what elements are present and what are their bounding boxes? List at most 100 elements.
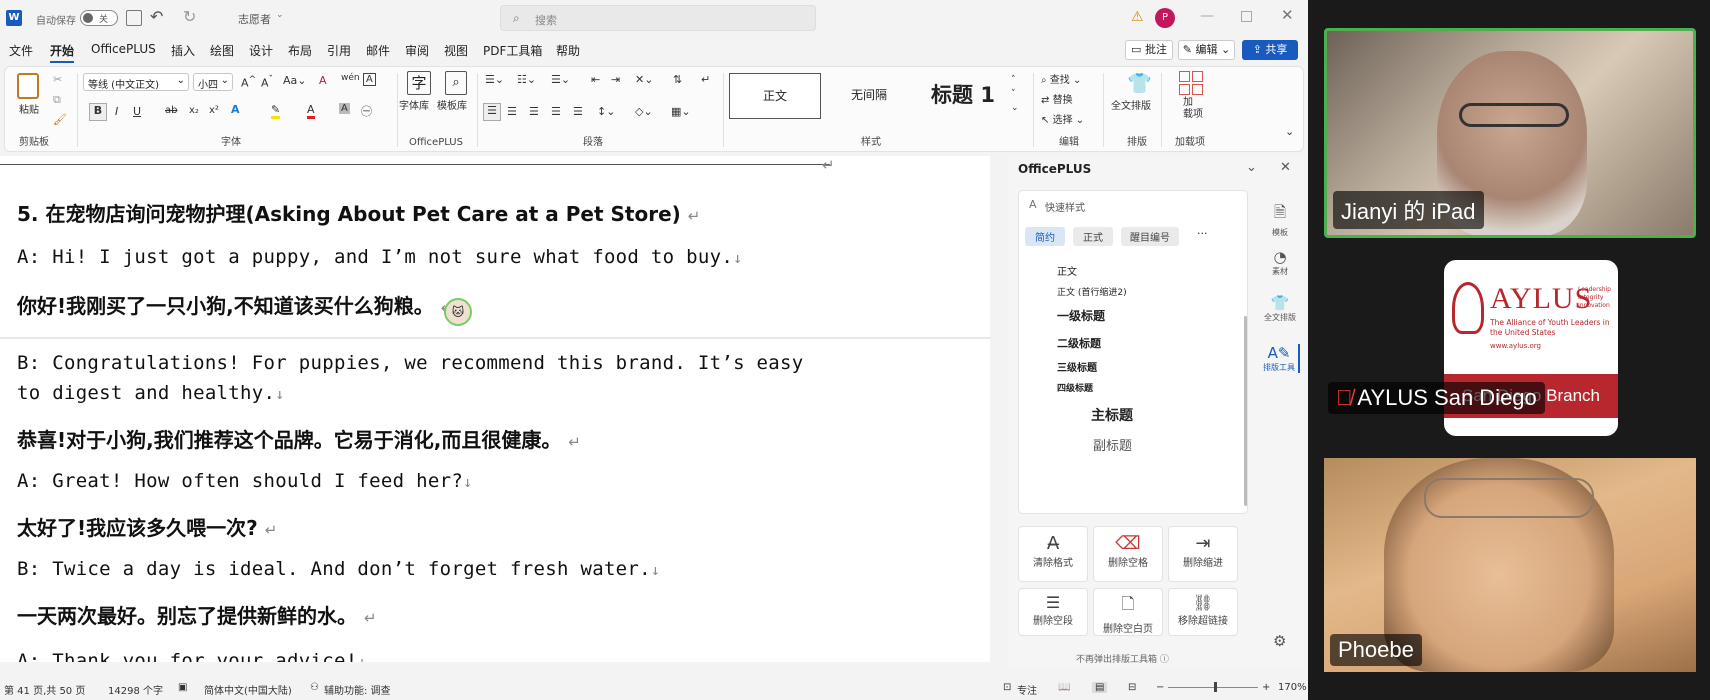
- grow-font-icon[interactable]: A^: [241, 74, 256, 90]
- char-border-icon[interactable]: A: [363, 73, 376, 86]
- font-size-select[interactable]: 小四 ⌄: [193, 73, 233, 91]
- side-typeset-tools[interactable]: A✎ 排版工具: [1260, 344, 1300, 373]
- addin-label[interactable]: 加 载项: [1183, 97, 1203, 121]
- menu-home[interactable]: 开始: [50, 42, 75, 63]
- document-canvas[interactable]: ↵ 5. 在宠物店询问宠物护理(Asking About Pet Care at…: [0, 156, 990, 662]
- chevron-down-icon[interactable]: ⌄: [1246, 160, 1257, 175]
- pane-footer[interactable]: 不再弹出排版工具箱 ⓘ: [1076, 652, 1169, 665]
- close-icon[interactable]: ✕: [1280, 160, 1291, 175]
- clear-formatting-icon[interactable]: A: [319, 74, 327, 87]
- delete-empty-para-tool[interactable]: ☰ 删除空段: [1018, 588, 1088, 636]
- style-no-spacing[interactable]: 无间隔: [823, 73, 915, 119]
- line-a3-en[interactable]: A: Thank you for your advice!↓: [17, 650, 367, 662]
- side-layout[interactable]: 👕 全文排版: [1260, 294, 1300, 323]
- font-name-select[interactable]: 等线 (中文正文) ⌄: [83, 73, 189, 91]
- asian-layout-icon[interactable]: ✕⌄: [635, 73, 653, 86]
- line-spacing-icon[interactable]: ↕⌄: [597, 105, 615, 118]
- subscript-button[interactable]: x₂: [189, 105, 199, 116]
- word-count[interactable]: 14298 个字: [108, 682, 163, 697]
- font-color-icon[interactable]: A: [307, 103, 315, 119]
- copy-icon[interactable]: ⧉: [53, 93, 61, 107]
- replace-button[interactable]: ⇄ 替换: [1041, 91, 1073, 106]
- font-library-label[interactable]: 字体库: [399, 97, 429, 112]
- share-button[interactable]: ⇪ 共享: [1242, 40, 1298, 60]
- template-library-label[interactable]: 模板库: [437, 97, 467, 112]
- focus-mode[interactable]: 专注: [1017, 682, 1037, 697]
- line-b2-en[interactable]: B: Twice a day is ideal. And don’t forge…: [17, 558, 660, 580]
- layout-icon[interactable]: 👕: [1127, 71, 1152, 95]
- superscript-button[interactable]: x²: [209, 105, 219, 116]
- pane-scrollbar[interactable]: [1244, 316, 1247, 506]
- addin-icon[interactable]: [1179, 71, 1203, 95]
- more-icon[interactable]: ···: [1197, 227, 1208, 240]
- find-button[interactable]: ⌕ 查找 ⌄: [1041, 71, 1081, 86]
- shrink-font-icon[interactable]: Aˇ: [261, 74, 273, 90]
- menu-layout[interactable]: 布局: [288, 42, 312, 59]
- warning-icon[interactable]: ⚠: [1131, 9, 1144, 25]
- align-left-icon[interactable]: ☰: [483, 103, 501, 121]
- video-tile-aylus[interactable]: AYLUS Leadership Integrity Innovation Th…: [1324, 242, 1696, 442]
- justify-icon[interactable]: ☰: [551, 105, 561, 118]
- remove-hyperlink-tool[interactable]: ⛓ 移除超链接: [1168, 588, 1238, 636]
- align-right-icon[interactable]: ☰: [529, 105, 539, 118]
- font-library-icon[interactable]: 字: [407, 71, 431, 95]
- select-button[interactable]: ↖ 选择 ⌄: [1041, 111, 1084, 126]
- settings-gear-icon[interactable]: ⚙: [1273, 632, 1286, 650]
- style-heading-1[interactable]: 标题 1: [917, 73, 1009, 119]
- paste-icon[interactable]: [17, 73, 39, 99]
- menu-file[interactable]: 文件: [9, 42, 33, 59]
- delete-blank-page-tool[interactable]: 🗋 删除空白页: [1093, 588, 1163, 636]
- italic-button[interactable]: I: [115, 105, 118, 118]
- accessibility-status[interactable]: 辅助功能: 调查: [324, 682, 391, 697]
- multilevel-list-icon[interactable]: ☰⌄: [551, 73, 570, 86]
- numbering-icon[interactable]: ☷⌄: [517, 73, 536, 86]
- side-templates[interactable]: 🗎 模板: [1260, 202, 1300, 238]
- layout-label[interactable]: 全文排版: [1111, 97, 1151, 112]
- autosave-toggle[interactable]: 关: [80, 10, 118, 26]
- style-item-h1[interactable]: 一级标题: [1057, 307, 1105, 324]
- text-effects-icon[interactable]: A: [231, 103, 240, 116]
- zoom-slider-thumb[interactable]: [1214, 682, 1217, 692]
- read-mode-icon[interactable]: 📖: [1058, 682, 1070, 693]
- print-layout-icon[interactable]: ▤: [1092, 682, 1108, 693]
- chip-formal[interactable]: 正式: [1073, 227, 1113, 246]
- maximize-icon[interactable]: [1241, 11, 1252, 22]
- style-item-body[interactable]: 正文: [1057, 263, 1077, 278]
- delete-indent-tool[interactable]: ⇥ 删除缩进: [1168, 526, 1238, 582]
- line-b1-en-2[interactable]: to digest and healthy.↓: [17, 382, 285, 404]
- style-normal[interactable]: 正文: [729, 73, 821, 119]
- sort-icon[interactable]: ⇅: [673, 73, 682, 86]
- highlight-icon[interactable]: ✎: [271, 103, 281, 119]
- template-library-icon[interactable]: ⌕: [445, 71, 467, 95]
- delete-spaces-tool[interactable]: ⌫ 删除空格: [1093, 526, 1163, 582]
- avatar[interactable]: P: [1155, 8, 1175, 28]
- search-box[interactable]: ⌕ 搜索: [500, 5, 816, 31]
- video-tile-jianyi[interactable]: Jianyi 的 iPad: [1324, 28, 1696, 238]
- undo-icon[interactable]: ↶: [150, 7, 163, 26]
- menu-view[interactable]: 视图: [444, 42, 468, 59]
- save-icon[interactable]: [126, 10, 142, 26]
- edit-button[interactable]: ✎ 编辑 ⌄: [1178, 40, 1235, 60]
- video-tile-phoebe[interactable]: Phoebe: [1324, 458, 1696, 672]
- menu-insert[interactable]: 插入: [171, 42, 195, 59]
- strikethrough-button[interactable]: ab: [165, 105, 177, 116]
- redo-icon[interactable]: ↻: [183, 7, 196, 26]
- decrease-indent-icon[interactable]: ⇤: [591, 73, 600, 86]
- style-item-subtitle[interactable]: 副标题: [1093, 435, 1132, 454]
- page-count[interactable]: 第 41 页,共 50 页: [4, 682, 85, 697]
- format-painter-icon[interactable]: 🖌: [53, 113, 67, 126]
- web-layout-icon[interactable]: ⊟: [1128, 682, 1136, 693]
- change-case-icon[interactable]: Aa⌄: [283, 74, 306, 87]
- menu-mailings[interactable]: 邮件: [366, 42, 390, 59]
- line-a1-en[interactable]: A: Hi! I just got a puppy, and I’m not s…: [17, 246, 742, 268]
- style-item-h4[interactable]: 四级标题: [1057, 381, 1093, 394]
- distributed-icon[interactable]: ☰: [573, 105, 583, 118]
- style-item-h2[interactable]: 二级标题: [1057, 335, 1101, 351]
- borders-icon[interactable]: ▦⌄: [671, 105, 691, 118]
- language[interactable]: 简体中文(中国大陆): [204, 682, 292, 697]
- style-item-title[interactable]: 主标题: [1091, 405, 1133, 425]
- focus-icon[interactable]: ⊡: [1003, 682, 1011, 693]
- bold-button[interactable]: B: [89, 103, 107, 121]
- proofing-icon[interactable]: ▣: [178, 682, 187, 693]
- comment-button[interactable]: ▭ 批注: [1125, 40, 1173, 60]
